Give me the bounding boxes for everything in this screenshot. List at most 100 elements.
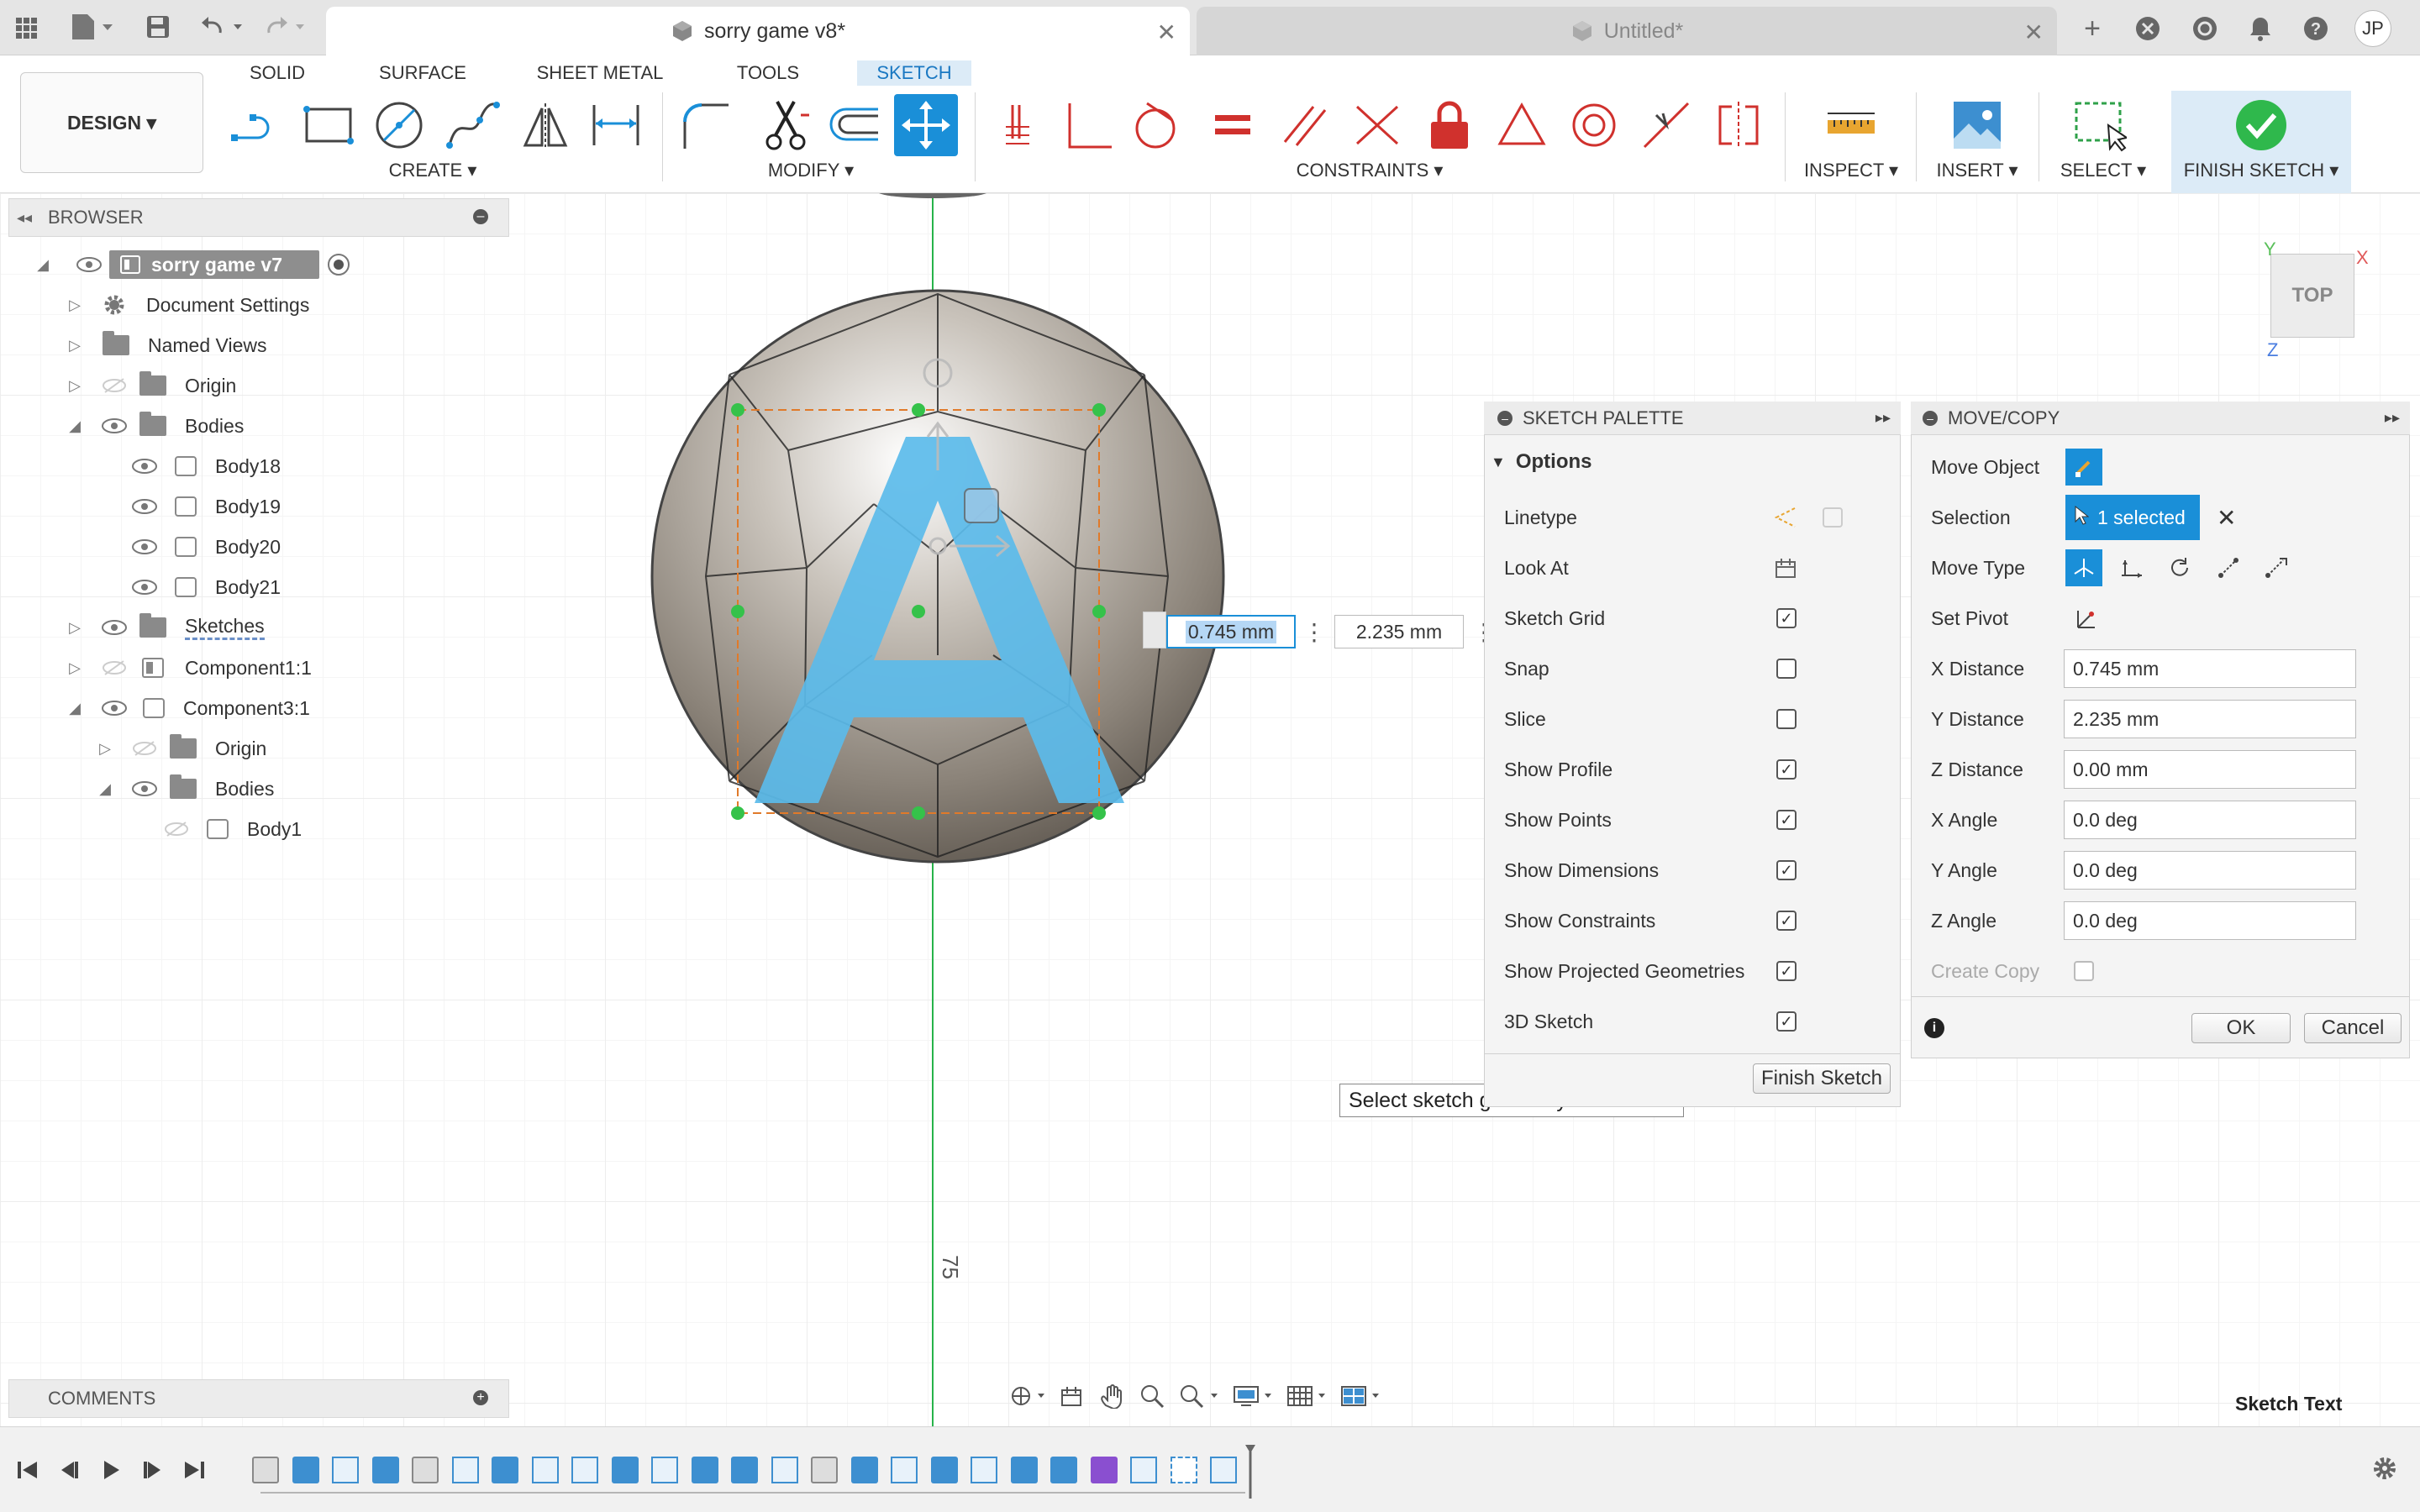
selection-chip[interactable]: 1 selected xyxy=(2065,495,2200,540)
tangent-constraint-icon[interactable] xyxy=(1129,97,1185,153)
cancel-button[interactable]: Cancel xyxy=(2304,1013,2402,1043)
pan-hand-icon[interactable] xyxy=(1097,1383,1126,1409)
timeline-body-feature[interactable] xyxy=(811,1457,838,1483)
centerline-linetype-icon[interactable] xyxy=(1820,505,1845,530)
x-angle-field[interactable]: 0.0 deg xyxy=(2064,801,2356,839)
measure-ruler-icon[interactable] xyxy=(1823,97,1879,153)
finish-sketch-button[interactable]: Finish Sketch xyxy=(1753,1063,1891,1094)
expanded-triangle-icon[interactable]: ◢ xyxy=(34,256,52,274)
timeline-sketch-feature[interactable] xyxy=(571,1457,598,1483)
sketch-objects-icon[interactable] xyxy=(2065,449,2102,486)
set-pivot-icon[interactable] xyxy=(2069,601,2102,635)
timeline-extrude-feature[interactable] xyxy=(1010,1457,1038,1483)
collapsed-triangle-icon[interactable]: ▷ xyxy=(66,337,84,354)
concentric-constraint-icon[interactable] xyxy=(1566,97,1622,153)
grid-settings-icon[interactable] xyxy=(1286,1383,1328,1409)
circle-tool-icon[interactable] xyxy=(371,97,427,153)
y-distance-field[interactable]: 2.235 mm xyxy=(2064,700,2356,738)
ok-button[interactable]: OK xyxy=(2191,1013,2291,1043)
timeline-sketch-feature[interactable] xyxy=(1130,1457,1157,1483)
view-cube-face-top[interactable]: TOP xyxy=(2270,254,2354,338)
timeline-component-feature[interactable] xyxy=(1090,1457,1118,1483)
tree-item-body20[interactable]: Body20 xyxy=(131,528,281,566)
hidden-eye-icon[interactable] xyxy=(101,377,128,394)
z-angle-field[interactable]: 0.0 deg xyxy=(2064,901,2356,940)
timeline-move-feature[interactable] xyxy=(1170,1457,1197,1483)
insert-image-icon[interactable] xyxy=(1949,97,2005,153)
tab-sketch[interactable]: SKETCH xyxy=(857,60,971,86)
look-at-face-icon[interactable] xyxy=(1057,1383,1086,1409)
visibility-eye-icon[interactable] xyxy=(131,458,158,475)
timeline-body-feature[interactable] xyxy=(412,1457,439,1483)
finish-sketch-menu[interactable]: FINISH SKETCH ▾ xyxy=(2180,160,2343,181)
tab-surface[interactable]: SURFACE xyxy=(373,60,472,86)
undo-icon[interactable] xyxy=(198,12,249,42)
play-icon[interactable] xyxy=(99,1458,123,1482)
slice-checkbox[interactable] xyxy=(1776,709,1797,729)
new-tab-icon[interactable]: + xyxy=(2077,13,2107,45)
extensions-icon[interactable] xyxy=(2133,13,2163,44)
save-icon[interactable] xyxy=(141,12,175,42)
visibility-eye-icon[interactable] xyxy=(131,538,158,555)
notifications-bell-icon[interactable] xyxy=(2245,13,2275,44)
visibility-eye-icon[interactable] xyxy=(101,417,128,434)
timeline-extrude-feature[interactable] xyxy=(611,1457,639,1483)
timeline-extrude-feature[interactable] xyxy=(492,1457,518,1483)
parallel-constraint-icon[interactable] xyxy=(1277,97,1333,153)
design-workspace-dropdown[interactable]: DESIGN ▾ xyxy=(20,72,203,173)
collapse-dialog-icon[interactable]: – xyxy=(1923,410,1938,426)
expanded-triangle-icon[interactable]: ◢ xyxy=(96,780,114,798)
free-move-icon[interactable] xyxy=(2065,549,2102,586)
visibility-eye-icon[interactable] xyxy=(76,256,103,273)
timeline-sketch-feature[interactable] xyxy=(1210,1457,1237,1483)
tree-item-body18[interactable]: Body18 xyxy=(131,447,281,486)
y-distance-dimension-input[interactable]: 2.235 mm xyxy=(1334,615,1464,648)
modify-menu[interactable]: MODIFY ▾ xyxy=(756,160,865,181)
show-constraints-checkbox[interactable]: ✓ xyxy=(1776,911,1797,931)
timeline-extrude-feature[interactable] xyxy=(930,1457,958,1483)
tree-item-body1[interactable]: Body1 xyxy=(163,810,302,848)
clear-selection-icon[interactable]: ✕ xyxy=(2217,504,2236,532)
inspect-menu[interactable]: INSPECT ▾ xyxy=(1798,160,1904,181)
tab-untitled[interactable]: Untitled* ✕ xyxy=(1197,7,2057,55)
mirror-tool-icon[interactable] xyxy=(518,97,573,153)
timeline-extrude-feature[interactable] xyxy=(691,1457,718,1483)
tab-sorry-game-v8[interactable]: sorry game v8* ✕ xyxy=(326,7,1190,55)
timeline-sketch-feature[interactable] xyxy=(332,1457,359,1483)
3d-sketch-checkbox[interactable]: ✓ xyxy=(1776,1011,1797,1032)
options-section-header[interactable]: ▼ Options xyxy=(1491,450,1591,474)
collapsed-triangle-icon[interactable]: ▷ xyxy=(66,297,84,314)
help-icon[interactable]: ? xyxy=(2301,13,2331,44)
fillet-tool-icon[interactable] xyxy=(677,97,733,153)
x-distance-field[interactable]: 0.745 mm xyxy=(2064,649,2356,688)
snap-checkbox[interactable] xyxy=(1776,659,1797,679)
tab-sheet-metal[interactable]: SHEET METAL xyxy=(531,60,669,86)
timeline-settings-gear-icon[interactable] xyxy=(2370,1453,2400,1483)
tree-item-component1[interactable]: ▷ Component1:1 xyxy=(66,648,312,687)
hidden-eye-icon[interactable] xyxy=(131,740,158,757)
create-copy-checkbox[interactable] xyxy=(2074,961,2094,981)
go-to-end-icon[interactable] xyxy=(183,1458,207,1482)
dimension-tool-icon[interactable] xyxy=(588,97,644,153)
timeline-extrude-feature[interactable] xyxy=(371,1457,399,1483)
spline-tool-icon[interactable] xyxy=(445,97,501,153)
show-dimensions-checkbox[interactable]: ✓ xyxy=(1776,860,1797,880)
orbit-icon[interactable] xyxy=(1007,1383,1045,1409)
finish-sketch-check-icon[interactable] xyxy=(2233,97,2289,153)
select-window-icon[interactable] xyxy=(2072,97,2128,153)
translate-icon[interactable] xyxy=(2116,551,2149,585)
job-status-icon[interactable] xyxy=(2190,13,2220,44)
expand-dialog-icon[interactable]: ▸▸ xyxy=(2385,409,2400,427)
timeline-extrude-feature[interactable] xyxy=(1050,1457,1077,1483)
trim-scissors-icon[interactable] xyxy=(758,97,813,153)
symmetry-constraint-icon[interactable] xyxy=(1494,97,1549,153)
timeline-extrude-feature[interactable] xyxy=(292,1457,319,1483)
comments-panel-header[interactable]: COMMENTS + xyxy=(8,1379,509,1418)
z-distance-field[interactable]: 0.00 mm xyxy=(2064,750,2356,789)
collapsed-triangle-icon[interactable]: ▷ xyxy=(96,740,114,758)
redo-icon[interactable] xyxy=(260,12,311,42)
point-to-point-icon[interactable] xyxy=(2212,551,2245,585)
display-settings-icon[interactable] xyxy=(1232,1383,1274,1409)
fix-lock-icon[interactable] xyxy=(1422,97,1477,153)
timeline-marker[interactable] xyxy=(1244,1443,1257,1499)
